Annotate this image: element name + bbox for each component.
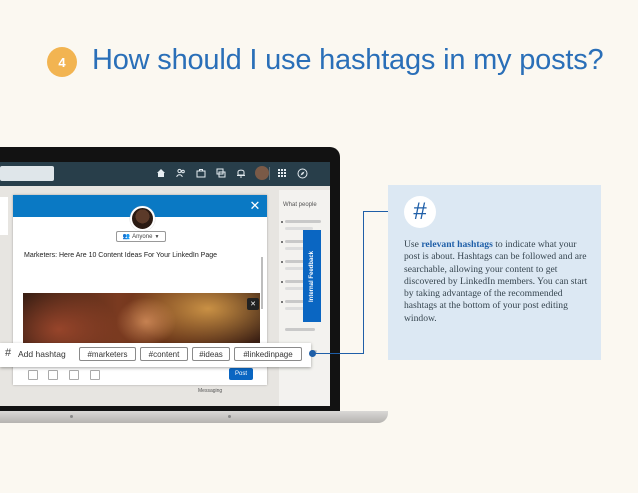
- sidebar-bullet: [281, 261, 283, 263]
- hashtag-bar: # Add hashtag #marketers #content #ideas…: [0, 343, 311, 367]
- hashtag-icon: #: [5, 347, 12, 359]
- messaging-icon[interactable]: [214, 166, 228, 180]
- notifications-icon[interactable]: [234, 166, 248, 180]
- search-input[interactable]: [0, 166, 54, 181]
- apps-grid-icon[interactable]: [275, 166, 289, 180]
- sidebar-bullet: [281, 221, 283, 223]
- nav-divider: [269, 167, 270, 180]
- hashtag-chip[interactable]: #marketers: [79, 347, 136, 361]
- remove-image-icon[interactable]: ✕: [247, 298, 259, 310]
- sidebar-bullet: [281, 241, 283, 243]
- compass-icon[interactable]: [295, 166, 309, 180]
- hashtag-chip[interactable]: #ideas: [192, 347, 230, 361]
- base-dot: [70, 415, 73, 418]
- page-title: How should I use hashtags in my posts?: [92, 44, 604, 76]
- audience-label: Anyone: [132, 233, 153, 240]
- sidebar-line: [285, 328, 315, 331]
- linkedin-nav-bar: [0, 162, 330, 186]
- chevron-down-icon: ▼: [154, 233, 160, 240]
- sidebar-line: [285, 220, 321, 223]
- profile-avatar-icon[interactable]: [255, 166, 269, 180]
- sidebar-bullet: [281, 281, 283, 283]
- post-button[interactable]: Post: [229, 368, 253, 380]
- connector-line: [315, 353, 363, 354]
- jobs-icon[interactable]: [194, 166, 208, 180]
- hashtag-icon: #: [404, 196, 436, 228]
- author-avatar: [130, 206, 155, 231]
- step-number-badge: 4: [47, 47, 77, 77]
- post-text[interactable]: Marketers: Here Are 10 Content Ideas For…: [24, 252, 217, 259]
- network-icon[interactable]: [174, 166, 188, 180]
- info-text: Use relevant hashtags to indicate what y…: [404, 239, 594, 325]
- sidebar-bullet: [281, 301, 283, 303]
- info-highlight: relevant hashtags: [421, 239, 493, 250]
- close-icon[interactable]: ✕: [244, 195, 266, 217]
- post-image: ✕: [23, 293, 260, 345]
- photo-icon[interactable]: [28, 370, 38, 380]
- laptop-base: [0, 411, 388, 423]
- add-hashtag-button[interactable]: Add hashtag: [18, 349, 66, 359]
- internal-feedback-tab[interactable]: Internal Feedback: [303, 230, 321, 322]
- sidebar-title: What people: [283, 202, 317, 208]
- people-icon: 👥: [122, 234, 131, 240]
- left-column: [0, 197, 8, 235]
- info-text-start: Use: [404, 239, 422, 250]
- camera-icon[interactable]: [48, 370, 58, 380]
- base-dot: [228, 415, 231, 418]
- document-icon[interactable]: [90, 370, 100, 380]
- messaging-label[interactable]: Messaging: [198, 388, 222, 394]
- info-text-end: to indicate what your post is about. Has…: [404, 239, 588, 324]
- audience-selector[interactable]: 👥 Anyone ▼: [116, 231, 166, 242]
- scrollbar[interactable]: [261, 257, 263, 309]
- video-icon[interactable]: [69, 370, 79, 380]
- hashtag-chip[interactable]: #linkedinpage: [234, 347, 302, 361]
- hashtag-chip[interactable]: #content: [140, 347, 188, 361]
- home-icon[interactable]: [154, 166, 168, 180]
- connector-line: [363, 211, 364, 354]
